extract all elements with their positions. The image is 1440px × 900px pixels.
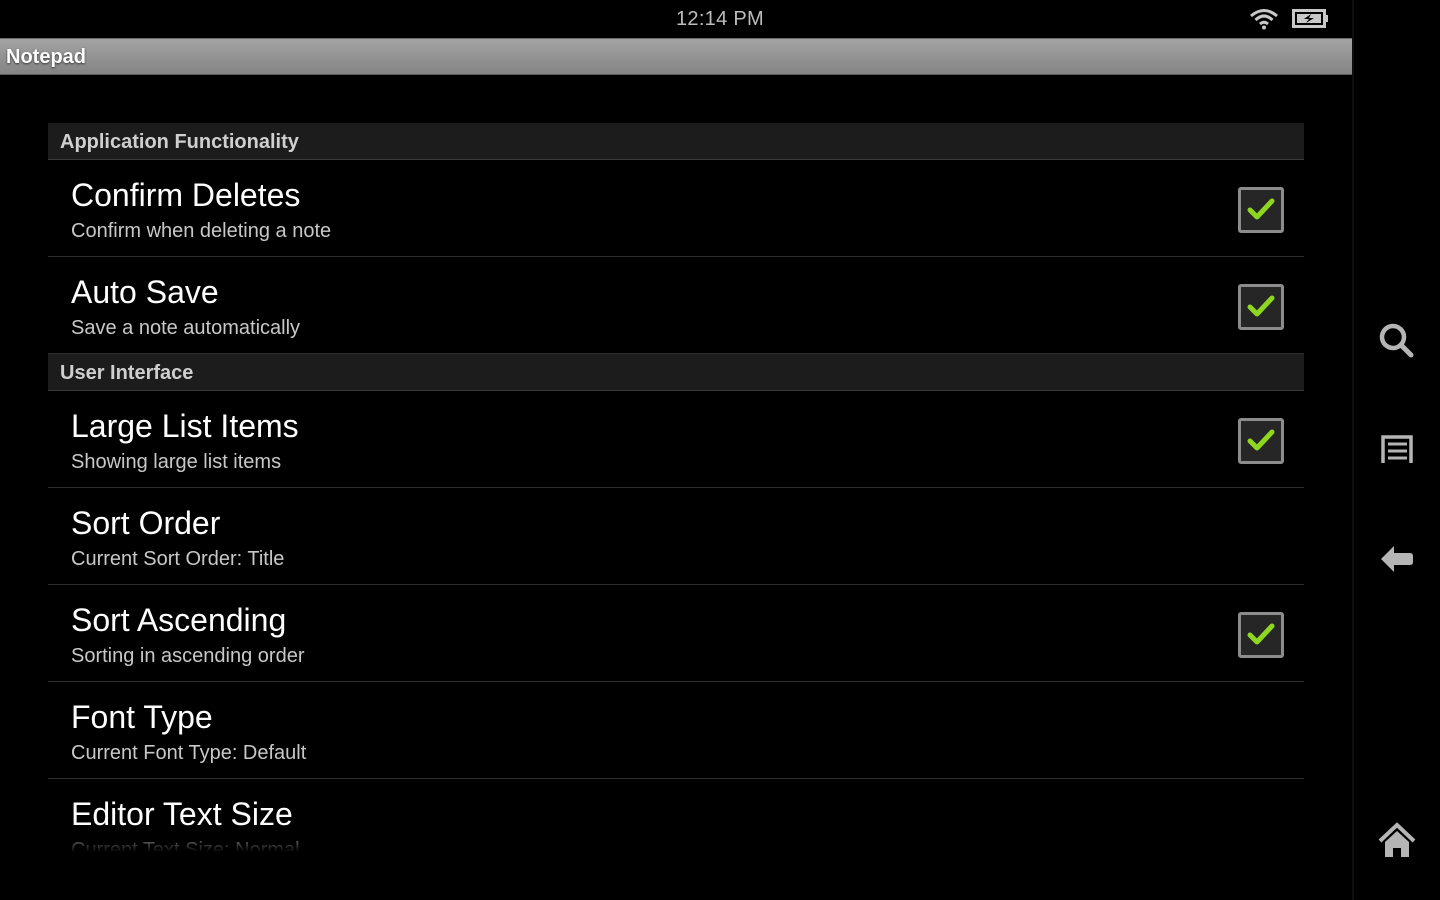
checkmark-icon — [1247, 623, 1275, 645]
app-title-bar: Notepad — [0, 38, 1352, 75]
system-nav-bar — [1352, 0, 1440, 900]
pref-title: Sort Ascending — [71, 602, 287, 638]
checkmark-icon — [1247, 198, 1275, 220]
pref-summary: Sorting in ascending order — [71, 645, 305, 667]
category-application-functionality: Application Functionality — [48, 123, 1304, 160]
preferences-list[interactable]: Application Functionality Confirm Delete… — [48, 123, 1304, 852]
pref-title: Font Type — [71, 699, 213, 735]
checkmark-icon — [1247, 429, 1275, 451]
auto-save-checkbox[interactable] — [1238, 284, 1284, 330]
pref-summary: Current Sort Order: Title — [71, 548, 285, 570]
pref-sort-ascending[interactable]: Sort Ascending Sorting in ascending orde… — [48, 585, 1304, 682]
pref-title: Large List Items — [71, 408, 299, 444]
app-title: Notepad — [6, 46, 86, 68]
confirm-deletes-checkbox[interactable] — [1238, 187, 1284, 233]
back-icon[interactable] — [1372, 534, 1422, 584]
home-icon[interactable] — [1372, 816, 1422, 866]
pref-sort-order[interactable]: Sort Order Current Sort Order: Title — [48, 488, 1304, 585]
pref-title: Confirm Deletes — [71, 177, 301, 213]
large-list-items-checkbox[interactable] — [1238, 418, 1284, 464]
pref-summary: Current Font Type: Default — [71, 742, 307, 764]
pref-summary: Showing large list items — [71, 451, 282, 473]
pref-title: Sort Order — [71, 505, 221, 541]
pref-auto-save[interactable]: Auto Save Save a note automatically — [48, 257, 1304, 354]
search-icon[interactable] — [1372, 316, 1422, 366]
status-clock: 12:14 PM — [675, 8, 764, 30]
category-user-interface: User Interface — [48, 354, 1304, 391]
checkmark-icon — [1247, 295, 1275, 317]
pref-title: Auto Save — [71, 274, 219, 310]
pref-font-type[interactable]: Font Type Current Font Type: Default — [48, 682, 1304, 779]
wifi-icon — [1249, 8, 1279, 35]
scroll-fade-edge — [0, 828, 1352, 852]
sort-ascending-checkbox[interactable] — [1238, 612, 1284, 658]
preferences-screen: Application Functionality Confirm Delete… — [0, 76, 1352, 852]
pref-confirm-deletes[interactable]: Confirm Deletes Confirm when deleting a … — [48, 160, 1304, 257]
pref-summary: Save a note automatically — [71, 317, 301, 339]
pref-summary: Confirm when deleting a note — [71, 220, 332, 242]
menu-icon[interactable] — [1372, 425, 1422, 475]
battery-charging-icon — [1292, 9, 1330, 34]
pref-large-list-items[interactable]: Large List Items Showing large list item… — [48, 391, 1304, 488]
